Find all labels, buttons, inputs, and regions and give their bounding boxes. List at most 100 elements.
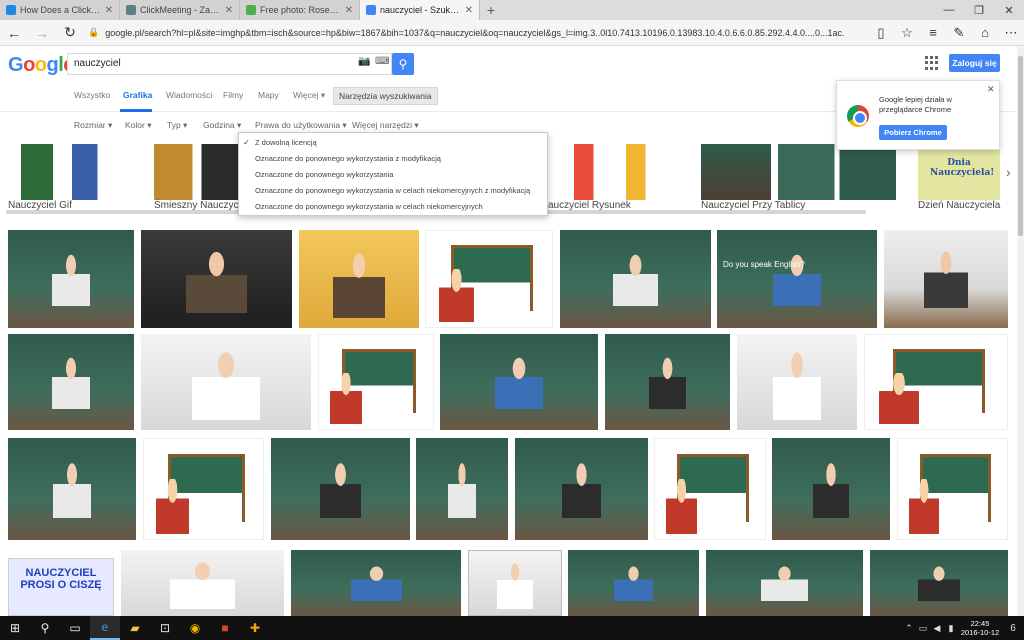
dropdown-item[interactable]: Oznaczone do ponownego wykorzystania w c… [255,186,530,195]
result-image[interactable] [515,438,648,540]
related-thumb[interactable] [8,144,136,200]
filter-more-tools[interactable]: Więcej narzędzi ▾ [352,120,419,131]
edge-browser-icon[interactable]: e [90,616,120,640]
download-chrome-button[interactable]: Pobierz Chrome [879,125,947,140]
tab-videos[interactable]: Filmy [223,90,243,100]
reading-view-icon[interactable]: ▯ [868,20,894,46]
url-field[interactable]: 🔒 google.pl/search?hl=pl&site=imghp&tbm=… [84,22,844,44]
related-thumb[interactable]: Dnia Nauczyciela! [918,144,1000,200]
result-image[interactable] [605,334,730,430]
close-window-icon[interactable]: ✕ [994,0,1024,20]
forward-icon[interactable]: → [28,20,56,46]
related-thumb[interactable] [154,144,240,200]
favorite-star-icon[interactable]: ☆ [894,20,920,46]
close-tab-icon[interactable]: ✕ [465,5,473,16]
page-scrollbar-thumb[interactable] [1018,56,1023,236]
chevron-up-icon[interactable]: ⌃ [902,623,916,634]
result-image[interactable] [440,334,598,430]
windows-start-icon[interactable]: ⊞ [0,616,30,640]
browser-tab-active[interactable]: nauczyciel - Szukaj w Go ✕ [360,0,480,20]
result-image[interactable] [8,334,134,430]
dropdown-item[interactable]: Oznaczone do ponownego wykorzystania w c… [255,202,483,211]
result-image[interactable] [291,550,461,616]
filter-size[interactable]: Rozmiar ▾ [74,120,112,131]
browser-tab[interactable]: ClickMeeting - Zaproszenie ✕ [120,0,240,20]
result-image[interactable] [706,550,863,616]
dropdown-item[interactable]: Oznaczone do ponownego wykorzystania [255,170,393,179]
search-icon[interactable]: ⚲ [30,616,60,640]
close-tab-icon[interactable]: ✕ [225,5,233,16]
google-logo[interactable]: Google [8,54,74,77]
result-image[interactable] [8,438,136,540]
tab-all[interactable]: Wszystko [74,90,110,100]
result-image[interactable]: NAUCZYCIEL PROSI O CISZĘ [8,558,114,616]
volume-icon[interactable]: ◀ [930,623,944,634]
refresh-icon[interactable]: ↻ [56,20,84,46]
related-thumb[interactable] [778,144,896,200]
result-image[interactable] [299,230,419,328]
dropdown-item[interactable]: Oznaczone do ponownego wykorzystania z m… [255,154,441,163]
result-image[interactable] [271,438,410,540]
result-image[interactable] [654,438,766,540]
related-thumb[interactable] [548,144,678,200]
result-image[interactable]: Do you speak English? [717,230,877,328]
keyboard-icon[interactable]: ⌨ [375,56,389,67]
result-image[interactable] [121,550,284,616]
result-image[interactable] [143,438,264,540]
filter-color[interactable]: Kolor ▾ [125,120,151,131]
tab-images[interactable]: Grafika [123,90,152,100]
result-image[interactable] [864,334,1008,430]
search-button[interactable]: ⚲ [392,53,414,75]
filter-type[interactable]: Typ ▾ [167,120,187,131]
task-view-icon[interactable]: ▭ [60,616,90,640]
filter-usage-rights[interactable]: Prawa do użytkowania ▾ [255,120,347,131]
maximize-icon[interactable]: ❐ [964,0,994,20]
result-image[interactable] [416,438,508,540]
result-image[interactable] [468,550,562,616]
filter-time[interactable]: Godzina ▾ [203,120,241,131]
chevron-right-icon[interactable]: › [1006,164,1011,180]
battery-icon[interactable]: ▮ [944,623,958,634]
result-image[interactable] [568,550,699,616]
notification-icon[interactable]: 6 [1002,623,1024,634]
result-image[interactable] [870,550,1008,616]
search-tools-button[interactable]: Narzędzia wyszukiwania [333,87,438,105]
result-image[interactable] [141,230,292,328]
camera-icon[interactable]: 📷 [358,56,370,67]
result-image[interactable] [560,230,711,328]
app-icon[interactable]: ✚ [240,616,270,640]
chrome-icon[interactable]: ◉ [180,616,210,640]
dropdown-item[interactable]: Z dowolną licencją [255,138,317,147]
tab-more[interactable]: Więcej ▾ [293,90,325,101]
result-image[interactable] [425,230,553,328]
tab-news[interactable]: Wiadomości [166,90,212,100]
minimize-icon[interactable]: — [934,0,964,20]
tab-maps[interactable]: Mapy [258,90,279,100]
result-image[interactable] [737,334,857,430]
new-tab-icon[interactable]: + [480,0,502,20]
result-image[interactable] [772,438,890,540]
related-thumb[interactable] [701,144,771,200]
clock[interactable]: 22:45 2016-10-12 [958,619,1002,637]
store-icon[interactable]: ⊡ [150,616,180,640]
apps-grid-icon[interactable] [925,56,939,70]
web-note-icon[interactable]: ✎ [946,20,972,46]
related-label[interactable]: Dzień Nauczyciela [918,200,1000,211]
file-explorer-icon[interactable]: ▰ [120,616,150,640]
back-icon[interactable]: ← [0,20,28,46]
result-image[interactable] [141,334,311,430]
powerpoint-icon[interactable]: ■ [210,616,240,640]
more-icon[interactable]: ⋯ [998,20,1024,46]
hub-icon[interactable]: ≡ [920,20,946,46]
network-icon[interactable]: ▭ [916,623,930,634]
share-icon[interactable]: ⌂ [972,20,998,46]
result-image[interactable] [8,230,134,328]
result-image[interactable] [897,438,1008,540]
close-tab-icon[interactable]: ✕ [345,5,353,16]
result-image[interactable] [318,334,434,430]
result-image[interactable] [884,230,1008,328]
search-input[interactable]: nauczyciel [67,53,392,75]
close-tab-icon[interactable]: ✕ [105,5,113,16]
browser-tab[interactable]: How Does a ClickMeeting V ✕ [0,0,120,20]
sign-in-button[interactable]: Zaloguj się [949,54,1000,72]
